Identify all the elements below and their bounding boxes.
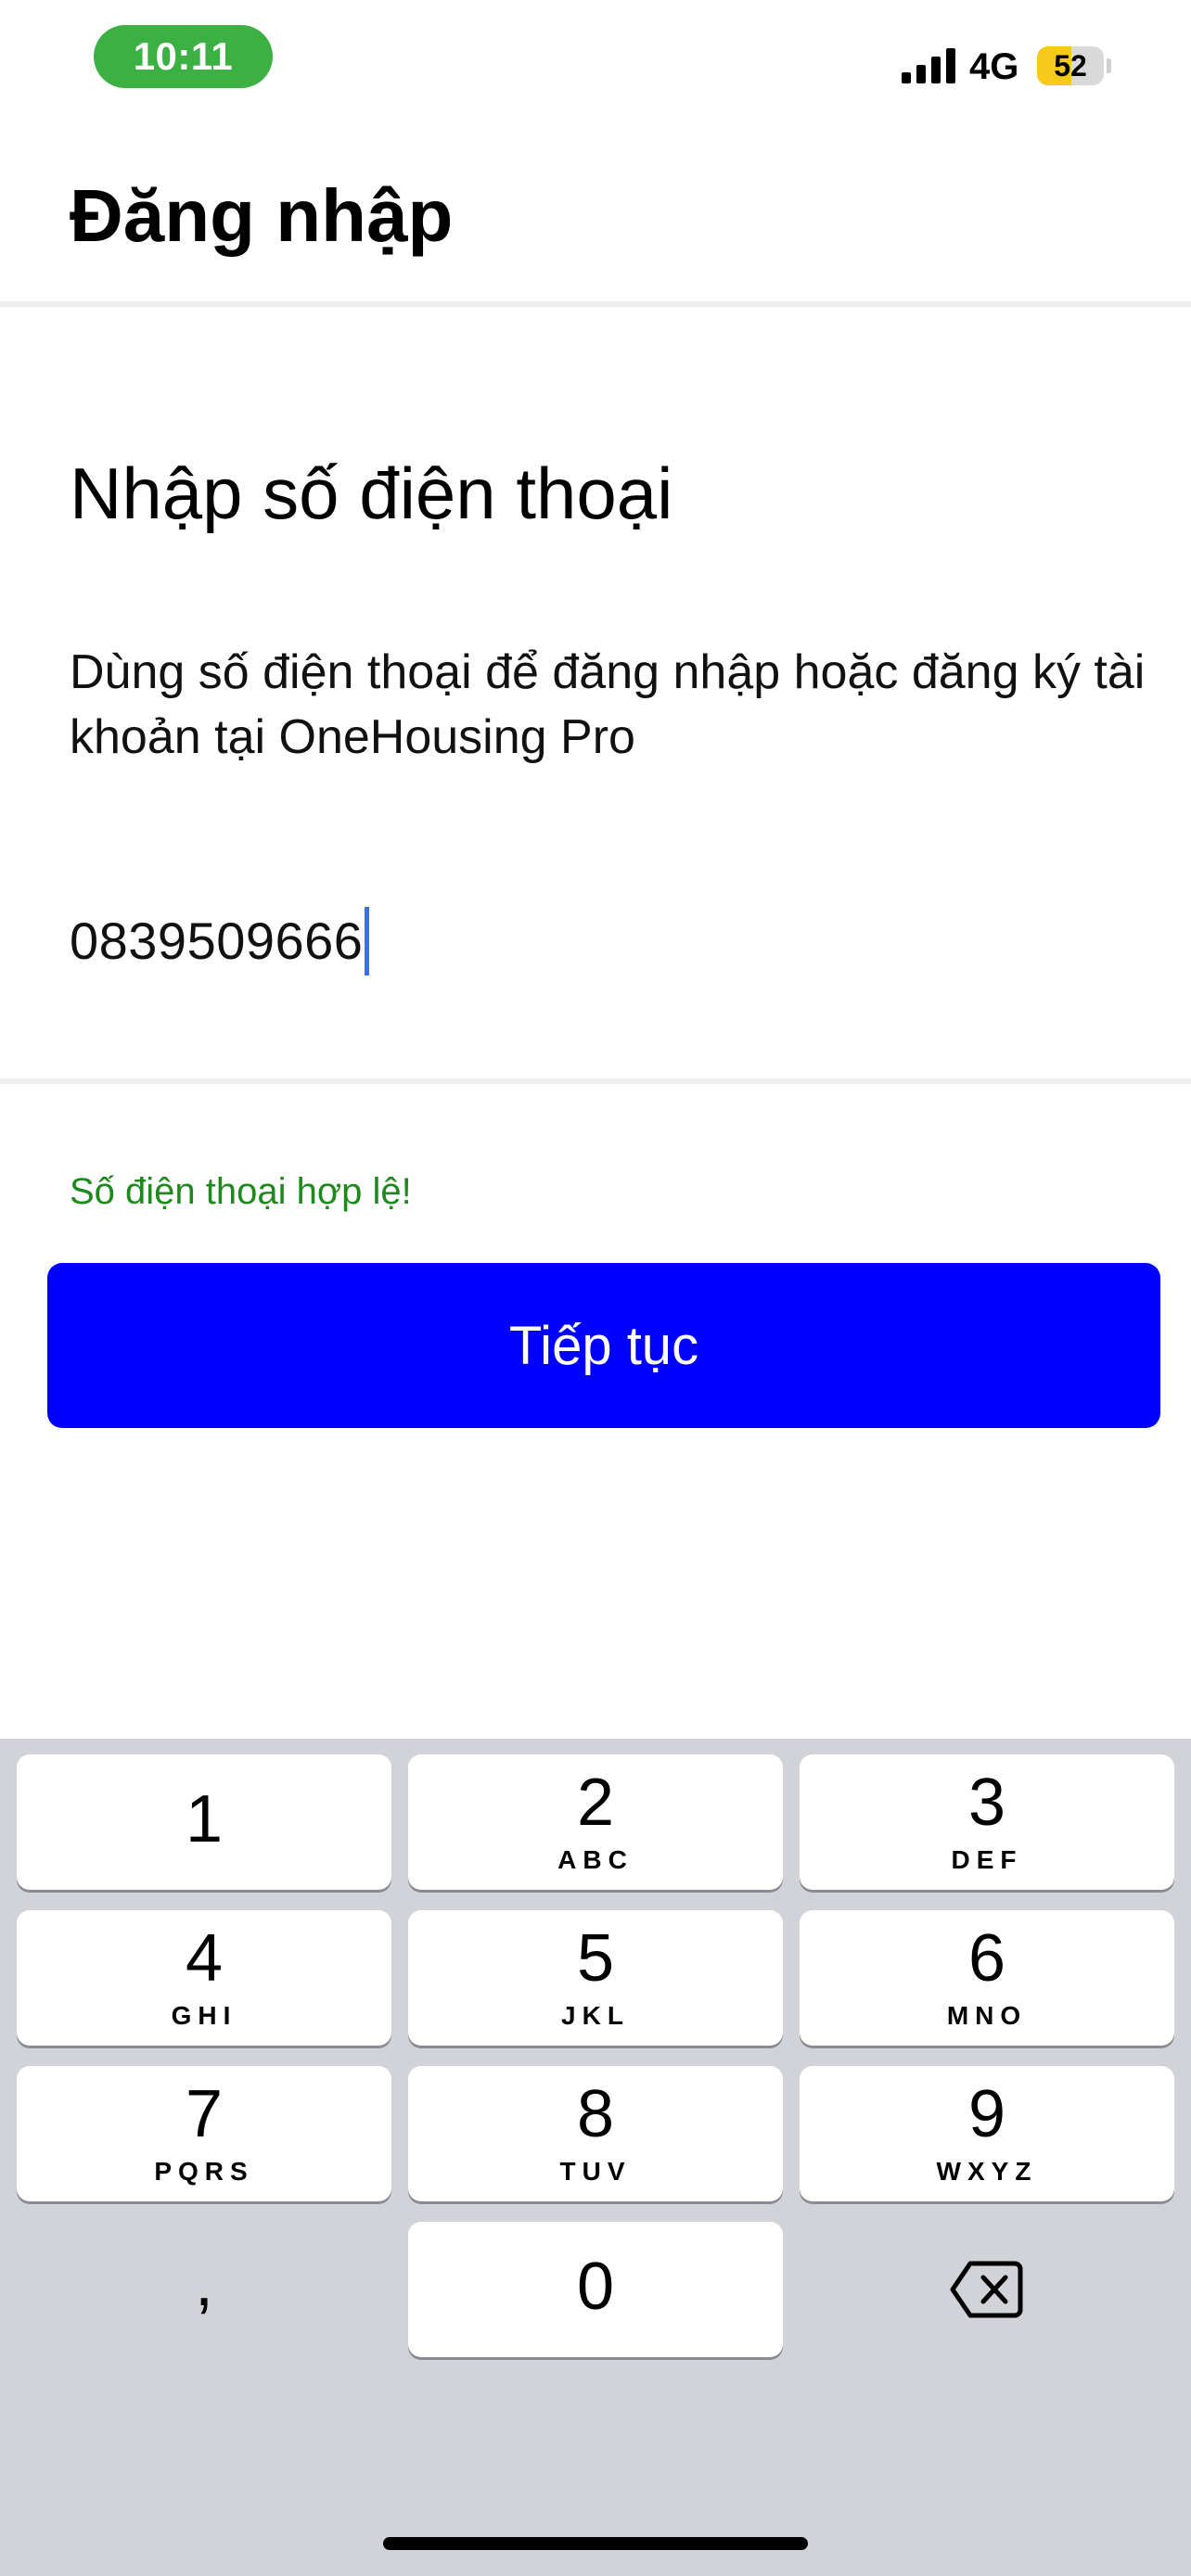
key-digit: 4 xyxy=(185,1921,224,1996)
key-9[interactable]: 9 WXYZ xyxy=(800,2066,1174,2201)
input-underline xyxy=(0,1078,1191,1084)
home-indicator[interactable] xyxy=(383,2537,808,2550)
phone-number-input[interactable]: 0839509666 xyxy=(70,904,370,978)
text-cursor xyxy=(365,907,370,976)
key-letters: ABC xyxy=(557,1845,634,1874)
key-8[interactable]: 8 TUV xyxy=(408,2066,783,2201)
key-6[interactable]: 6 MNO xyxy=(800,1910,1174,2046)
key-digit: 1 xyxy=(185,1782,224,1856)
cellular-signal-icon xyxy=(902,48,955,83)
key-letters: MNO xyxy=(946,2001,1028,2030)
numeric-keypad: 1 2 ABC 3 DEF 4 GHI 5 JKL 6 MNO 7 PQRS 8… xyxy=(0,1739,1191,2576)
section-title: Nhập số điện thoại xyxy=(70,453,673,534)
key-digit: 6 xyxy=(967,1921,1006,1996)
key-digit: 8 xyxy=(576,2077,615,2151)
phone-number-value: 0839509666 xyxy=(70,912,364,970)
comma-label: , xyxy=(194,2246,213,2320)
key-letters: JKL xyxy=(561,2001,630,2030)
status-time: 10:11 xyxy=(94,25,273,88)
comma-key[interactable]: , xyxy=(17,2222,391,2357)
key-letters: TUV xyxy=(559,2157,632,2186)
key-letters: WXYZ xyxy=(936,2157,1038,2186)
description-text: Dùng số điện thoại để đăng nhập hoặc đăn… xyxy=(70,645,1146,764)
key-1[interactable]: 1 xyxy=(17,1754,391,1890)
battery-icon: 52 xyxy=(1037,46,1111,85)
header-divider xyxy=(0,301,1191,307)
status-bar: 10:11 4G 52 xyxy=(0,0,1191,130)
network-type: 4G xyxy=(969,46,1019,87)
key-4[interactable]: 4 GHI xyxy=(17,1910,391,2046)
validation-message: Số điện thoại hợp lệ! xyxy=(70,1171,412,1212)
page-title: Đăng nhập xyxy=(70,174,454,257)
delete-key[interactable] xyxy=(800,2222,1174,2357)
key-digit: 5 xyxy=(576,1921,615,1996)
key-2[interactable]: 2 ABC xyxy=(408,1754,783,1890)
key-0[interactable]: 0 xyxy=(408,2222,783,2357)
key-digit: 2 xyxy=(576,1766,615,1840)
key-7[interactable]: 7 PQRS xyxy=(17,2066,391,2201)
continue-button[interactable]: Tiếp tục xyxy=(47,1263,1160,1428)
key-5[interactable]: 5 JKL xyxy=(408,1910,783,2046)
key-digit: 3 xyxy=(967,1766,1006,1840)
key-letters: PQRS xyxy=(154,2157,254,2186)
key-3[interactable]: 3 DEF xyxy=(800,1754,1174,1890)
key-letters: GHI xyxy=(171,2001,237,2030)
backspace-icon xyxy=(950,2261,1023,2318)
key-digit: 9 xyxy=(967,2077,1006,2151)
battery-percentage: 52 xyxy=(1054,49,1087,83)
key-digit: 7 xyxy=(185,2077,224,2151)
key-digit: 0 xyxy=(576,2250,615,2324)
key-letters: DEF xyxy=(951,1845,1023,1874)
